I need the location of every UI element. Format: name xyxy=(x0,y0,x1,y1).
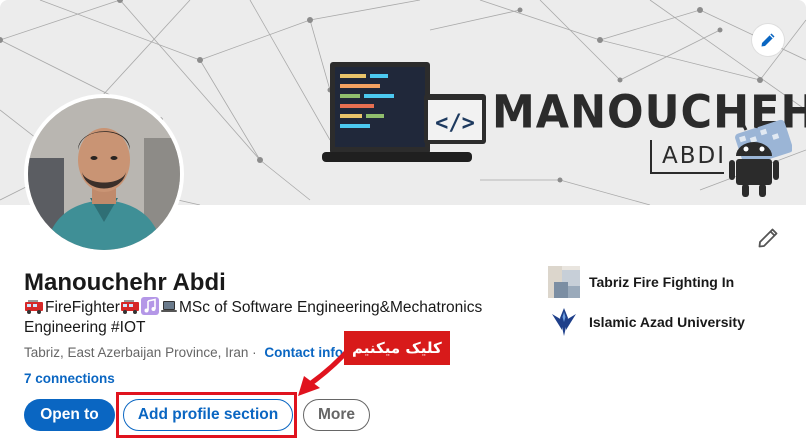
more-button[interactable]: More xyxy=(303,399,370,431)
profile-headline: FireFighter MSc of Software Engineering&M… xyxy=(24,297,534,338)
fire-engine-icon xyxy=(25,300,43,314)
edit-intro-button[interactable] xyxy=(754,224,782,252)
android-robot-icon xyxy=(729,117,792,197)
open-to-button[interactable]: Open to xyxy=(24,399,115,431)
university-logo-icon xyxy=(548,306,580,338)
company-name: Tabriz Fire Fighting In xyxy=(589,274,735,290)
pencil-icon xyxy=(758,228,778,248)
edit-cover-button[interactable] xyxy=(752,24,784,56)
current-company-link[interactable]: Tabriz Fire Fighting In xyxy=(548,266,734,298)
profile-card: </> MANOUCHEHR ABDI xyxy=(0,0,806,442)
music-note-icon xyxy=(140,297,159,315)
profile-photo xyxy=(28,98,180,250)
profile-location: Tabriz, East Azerbaijan Province, Iran xyxy=(24,345,249,360)
connections-link[interactable]: 7 connections xyxy=(24,370,115,388)
avatar[interactable] xyxy=(24,94,184,254)
laptop-graphic: </> xyxy=(322,62,486,162)
laptop-icon xyxy=(160,301,177,312)
pencil-icon xyxy=(761,33,775,47)
annotation-highlight-box xyxy=(116,392,297,438)
building-placeholder-icon xyxy=(548,266,580,298)
svg-text:</>: </> xyxy=(435,111,475,136)
profile-name: Manouchehr Abdi xyxy=(24,269,226,296)
banner-subtitle: ABDI xyxy=(662,143,727,169)
headline-firefighter: FireFighter xyxy=(45,299,120,316)
annotation-label: کلیک میکنیم xyxy=(344,331,450,365)
location-separator: · xyxy=(252,345,257,360)
education-link[interactable]: Islamic Azad University xyxy=(548,306,745,338)
fire-engine-icon xyxy=(120,300,139,314)
school-name: Islamic Azad University xyxy=(589,314,745,330)
